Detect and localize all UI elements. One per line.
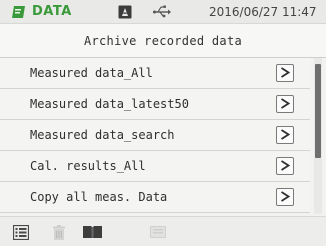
menu-item-measured-data-latest50[interactable]: Measured data_latest50 bbox=[0, 89, 310, 120]
menu-item-label: Measured data_latest50 bbox=[30, 97, 189, 111]
menu-item-copy-all-meas-data[interactable]: Copy all meas. Data bbox=[0, 182, 310, 213]
chevron-right-icon bbox=[281, 67, 290, 78]
storage-icon bbox=[118, 5, 132, 19]
chevron-right-icon bbox=[281, 98, 290, 109]
menu-item-label: Measured data_All bbox=[30, 66, 153, 80]
title-bar: Archive recorded data bbox=[0, 24, 326, 58]
usb-icon bbox=[153, 5, 171, 18]
book-icon[interactable] bbox=[83, 225, 102, 239]
page-title: Archive recorded data bbox=[83, 33, 243, 48]
menu-item-label: Cal. results_All bbox=[30, 159, 146, 173]
bottom-toolbar bbox=[0, 216, 326, 246]
status-bar: DATA 2016/06/27 11:47 bbox=[0, 0, 326, 24]
list-view-icon[interactable] bbox=[13, 225, 29, 240]
menu-item-measured-data-search[interactable]: Measured data_search bbox=[0, 120, 310, 151]
scroll-thumb[interactable] bbox=[315, 64, 321, 158]
chevron-right-icon bbox=[281, 160, 290, 171]
data-mode-icon bbox=[12, 6, 25, 18]
open-arrow-button[interactable] bbox=[276, 126, 294, 144]
disabled-icon bbox=[150, 226, 166, 238]
menu-item-cal-results-all[interactable]: Cal. results_All bbox=[0, 151, 310, 182]
screen: DATA 2016/06/27 11:47 Archive recorded d… bbox=[0, 0, 326, 246]
menu-item-label: Measured data_search bbox=[30, 128, 175, 142]
open-arrow-button[interactable] bbox=[276, 157, 294, 175]
open-arrow-button[interactable] bbox=[276, 95, 294, 113]
trash-icon[interactable] bbox=[52, 225, 66, 240]
menu-item-label: Copy all meas. Data bbox=[30, 190, 168, 204]
open-arrow-button[interactable] bbox=[276, 188, 294, 206]
chevron-right-icon bbox=[281, 191, 290, 202]
mode-label: DATA bbox=[32, 4, 72, 19]
menu-item-measured-data-all[interactable]: Measured data_All bbox=[0, 58, 310, 89]
menu-list: Measured data_All Measured data_latest50… bbox=[0, 58, 310, 214]
chevron-right-icon bbox=[281, 129, 290, 140]
datetime: 2016/06/27 11:47 bbox=[209, 5, 317, 19]
scrollbar[interactable] bbox=[314, 58, 322, 214]
open-arrow-button[interactable] bbox=[276, 64, 294, 82]
